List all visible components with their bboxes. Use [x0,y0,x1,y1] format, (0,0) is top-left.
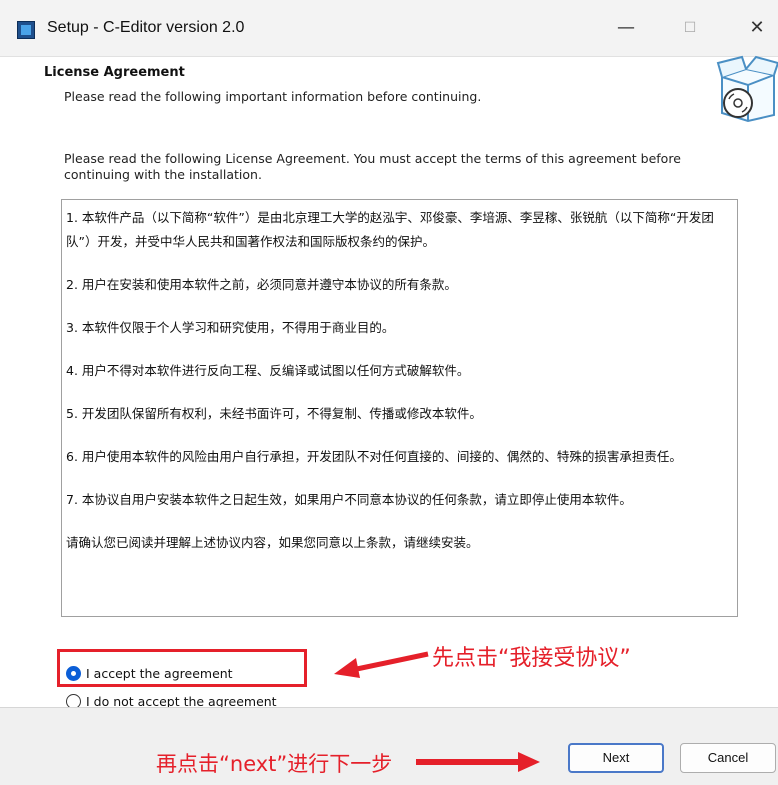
minimize-button[interactable]: — [604,12,648,44]
license-paragraph: 6. 用户使用本软件的风险由用户自行承担，开发团队不对任何直接的、间接的、偶然的… [66,449,682,464]
window-title: Setup - C-Editor version 2.0 [47,19,245,36]
license-paragraph: 5. 开发团队保留所有权利，未经书面许可，不得复制、传播或修改本软件。 [66,406,482,421]
next-button[interactable]: Next [568,743,664,773]
license-paragraph: 1. 本软件产品（以下简称“软件”）是由北京理工大学的赵泓宇、邓俊豪、李培源、李… [66,210,714,249]
wizard-page: License Agreement Please read the follow… [0,55,778,707]
cancel-button[interactable]: Cancel [680,743,776,773]
page-title: License Agreement [44,65,185,80]
software-box-cd-icon [716,55,778,123]
title-bar: Setup - C-Editor version 2.0 — ☐ ✕ [0,0,778,57]
annotation-highlight-box [57,649,307,687]
license-paragraph: 4. 用户不得对本软件进行反向工程、反编译或试图以任何方式破解软件。 [66,363,470,378]
license-text: 1. 本软件产品（以下简称“软件”）是由北京理工大学的赵泓宇、邓俊豪、李培源、李… [66,206,731,574]
intro-text: Please read the following License Agreem… [64,151,681,182]
page-subtitle: Please read the following important info… [64,89,482,104]
app-icon [17,21,35,39]
close-button[interactable]: ✕ [735,12,778,44]
license-text-box[interactable]: 1. 本软件产品（以下简称“软件”）是由北京理工大学的赵泓宇、邓俊豪、李培源、李… [61,199,738,617]
license-paragraph: 3. 本软件仅限于个人学习和研究使用，不得用于商业目的。 [66,320,395,335]
license-paragraph: 7. 本协议自用户安装本软件之日起生效，如果用户不同意本协议的任何条款，请立即停… [66,492,632,507]
license-paragraph: 请确认您已阅读并理解上述协议内容，如果您同意以上条款，请继续安装。 [66,535,479,550]
license-paragraph: 2. 用户在安装和使用本软件之前，必须同意并遵守本协议的所有条款。 [66,277,457,292]
maximize-button[interactable]: ☐ [668,12,712,44]
annotation-step2-text: 再点击“next”进行下一步 [156,752,393,776]
annotation-step1-text: 先点击“我接受协议” [432,646,631,671]
